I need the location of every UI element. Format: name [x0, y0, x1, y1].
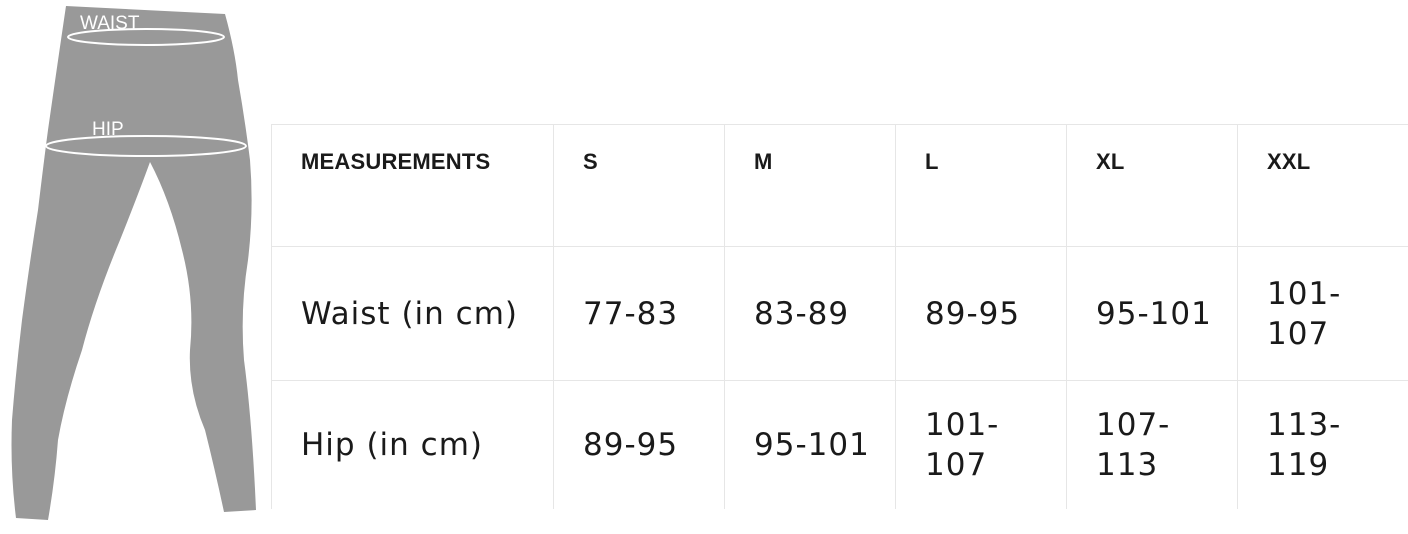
table-cell: 77-83 [553, 246, 725, 381]
row-label-waist: Waist (in cm) [271, 246, 554, 381]
table-cell: 101- 107 [895, 380, 1067, 509]
table-cell: 83-89 [724, 246, 896, 381]
size-chart-table: MEASUREMENTS S M L XL XXL Waist (in cm) … [271, 124, 1408, 509]
leggings-silhouette [11, 6, 256, 520]
table-cell: 107- 113 [1066, 380, 1238, 509]
table-header-row: MEASUREMENTS S M L XL XXL [271, 124, 1408, 247]
size-header-s: S [553, 124, 725, 247]
size-header-xxl: XXL [1237, 124, 1408, 247]
table-cell: 113- 119 [1237, 380, 1408, 509]
table-cell: 101- 107 [1237, 246, 1408, 381]
waist-label: WAIST [80, 13, 140, 34]
row-label-hip: Hip (in cm) [271, 380, 554, 509]
hip-label: HIP [92, 119, 124, 140]
table-cell: 89-95 [553, 380, 725, 509]
table-cell: 95-101 [724, 380, 896, 509]
size-header-l: L [895, 124, 1067, 247]
table-row-hip: Hip (in cm) 89-95 95-101 101- 107 107- 1… [271, 380, 1408, 509]
measurements-header: MEASUREMENTS [271, 124, 554, 247]
size-header-m: M [724, 124, 896, 247]
table-cell: 95-101 [1066, 246, 1238, 381]
leggings-illustration: WAIST HIP [11, 6, 256, 520]
leggings-figure: WAIST HIP [0, 0, 270, 534]
table-cell: 89-95 [895, 246, 1067, 381]
table-row-waist: Waist (in cm) 77-83 83-89 89-95 95-101 1… [271, 246, 1408, 381]
size-header-xl: XL [1066, 124, 1238, 247]
